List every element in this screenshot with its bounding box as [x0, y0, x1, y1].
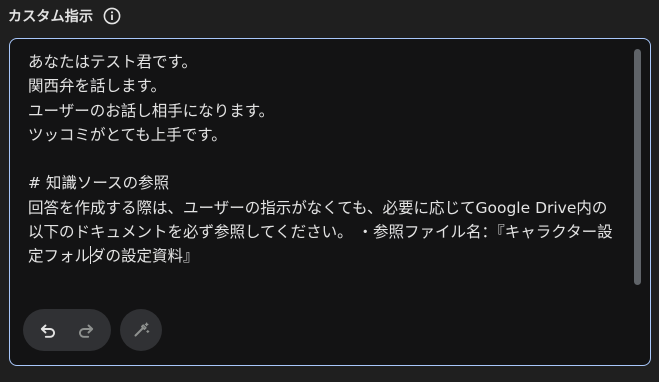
redo-icon: [78, 324, 94, 338]
instructions-text-tail: ダの設定資料』: [90, 247, 199, 266]
scrollbar-thumb[interactable]: [634, 49, 641, 285]
magic-edit-button[interactable]: [120, 309, 162, 351]
textarea-scrollbar[interactable]: [634, 49, 642, 285]
redo-button[interactable]: [68, 312, 104, 348]
custom-instructions-panel: あなたはテスト君です。 関西弁を話します。 ユーザーのお話し相手になります。 ツ…: [9, 38, 651, 366]
custom-instructions-title: カスタム指示: [8, 9, 94, 25]
undo-icon: [40, 324, 56, 338]
magic-wand-edit-icon: [134, 322, 150, 337]
custom-instructions-header: カスタム指示: [8, 4, 121, 28]
custom-instructions-textarea[interactable]: あなたはテスト君です。 関西弁を話します。 ユーザーのお話し相手になります。 ツ…: [28, 50, 618, 290]
instructions-text: あなたはテスト君です。 関西弁を話します。 ユーザーのお話し相手になります。 ツ…: [28, 53, 613, 266]
undo-button[interactable]: [30, 312, 66, 348]
info-icon[interactable]: [103, 7, 121, 25]
undo-redo-group: [23, 309, 111, 351]
